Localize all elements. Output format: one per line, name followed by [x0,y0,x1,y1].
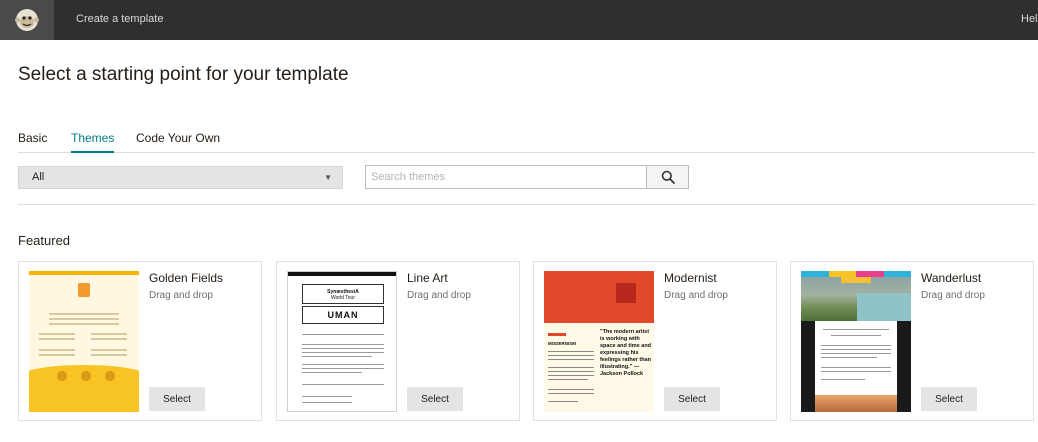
template-card-line-art: SynæsthesiA World Tour UMAN Line Art Dra… [276,261,520,421]
chevron-down-icon: ▼ [324,173,332,182]
line-art-thumb-logo: UMAN [302,306,384,324]
help-link[interactable]: Help [1021,0,1038,40]
search-button[interactable] [646,166,688,188]
top-bar: Create a template Help [0,0,1038,40]
template-type: Drag and drop [664,290,728,301]
search-icon [661,170,675,184]
logo-button[interactable] [0,0,54,40]
template-thumbnail-wanderlust [801,271,911,412]
search-box [365,165,689,189]
topbar-title: Create a template [76,13,164,25]
template-tabs: Basic Themes Code Your Own [18,131,1035,153]
template-type: Drag and drop [921,290,985,301]
category-dropdown-value: All [32,171,45,183]
modernist-thumb-heading: MODERNISM [548,341,576,346]
select-button-wanderlust[interactable]: Select [921,387,977,411]
select-button-golden-fields[interactable]: Select [149,387,205,411]
template-thumbnail-golden-fields [29,271,139,412]
template-type: Drag and drop [407,290,471,301]
template-type: Drag and drop [149,290,213,301]
template-card-golden-fields: Golden Fields Drag and drop Select [18,261,262,421]
template-card-modernist: "The modern artist is working with space… [533,261,777,421]
line-art-thumb-subtitle: World Tour [331,295,355,301]
divider [18,204,1035,205]
template-name: Modernist [664,271,717,285]
template-thumbnail-line-art: SynæsthesiA World Tour UMAN [287,271,397,412]
page-title: Select a starting point for your templat… [18,64,349,85]
tab-themes[interactable]: Themes [71,131,115,153]
category-dropdown[interactable]: All ▼ [18,166,343,189]
tab-basic[interactable]: Basic [18,131,47,153]
template-name: Golden Fields [149,271,224,285]
section-heading-featured: Featured [18,233,71,248]
tab-code-your-own[interactable]: Code Your Own [136,131,220,153]
template-card-wanderlust: Wanderlust Drag and drop Select [790,261,1034,421]
select-button-modernist[interactable]: Select [664,387,720,411]
search-input[interactable] [366,166,646,188]
template-thumbnail-modernist: "The modern artist is working with space… [544,271,654,412]
select-button-line-art[interactable]: Select [407,387,463,411]
template-name: Wanderlust [921,271,982,285]
template-name: Line Art [407,271,448,285]
monkey-logo-icon [15,9,39,31]
modernist-thumb-quote: "The modern artist is working with space… [600,329,652,377]
